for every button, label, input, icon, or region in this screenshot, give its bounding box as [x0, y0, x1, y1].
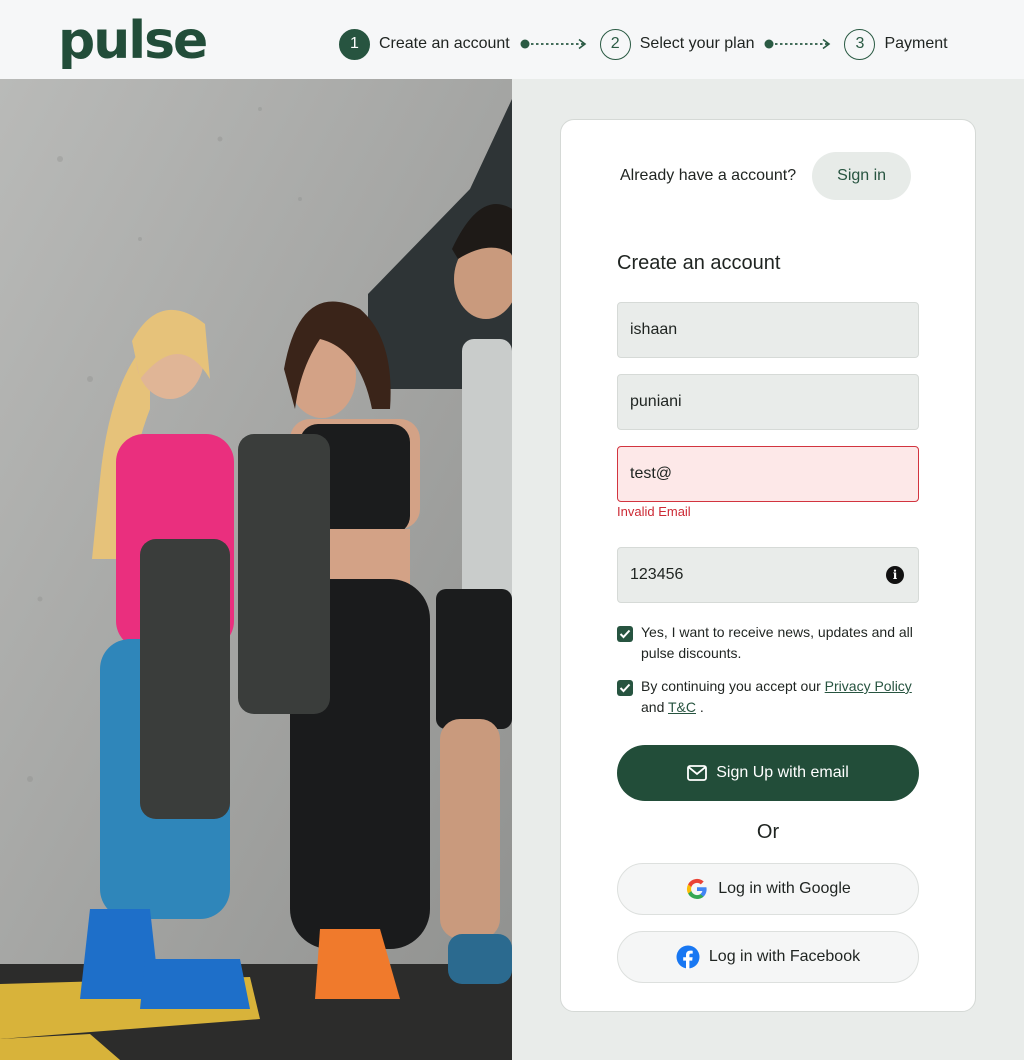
privacy-policy-link[interactable]: Privacy Policy — [825, 678, 912, 694]
info-icon[interactable]: i — [886, 566, 904, 584]
step-create-account: 1 Create an account — [339, 28, 510, 60]
first-name-field[interactable]: ishaan — [617, 302, 919, 358]
terms-checkbox-label: By continuing you accept our Privacy Pol… — [641, 676, 921, 718]
step-payment: 3 Payment — [844, 28, 948, 60]
signin-prompt: Already have a account? — [620, 167, 797, 184]
step-number: 1 — [339, 28, 370, 60]
facebook-login-label: Log in with Facebook — [708, 948, 861, 965]
first-name-value: ishaan — [630, 321, 678, 338]
step-number: 3 — [844, 28, 876, 60]
step-select-plan: 2 Select your plan — [599, 28, 755, 60]
signup-card: Already have a account? Sign in Create a… — [560, 119, 976, 1012]
email-value: test@ — [630, 465, 673, 482]
pulse-logo[interactable]: pulse — [58, 8, 208, 74]
step-label: Select your plan — [639, 35, 755, 52]
news-opt-in-row: Yes, I want to receive news, updates and… — [617, 622, 921, 664]
terms-row: By continuing you accept our Privacy Pol… — [617, 676, 921, 718]
email-field[interactable]: test@ — [617, 446, 919, 502]
password-field[interactable]: 123456 i — [617, 547, 919, 603]
facebook-icon — [676, 945, 700, 969]
step-label: Create an account — [379, 35, 510, 52]
email-error-message: Invalid Email — [617, 504, 691, 519]
news-checkbox-label: Yes, I want to receive news, updates and… — [641, 624, 913, 661]
password-value: 123456 — [630, 566, 684, 583]
mail-icon — [687, 765, 708, 781]
sign-up-email-label: Sign Up with email — [716, 764, 849, 781]
google-login-button[interactable]: Log in with Google — [617, 863, 919, 915]
last-name-field[interactable]: puniani — [617, 374, 919, 430]
news-checkbox[interactable] — [617, 626, 633, 642]
terms-checkbox[interactable] — [617, 680, 633, 696]
terms-prefix: By continuing you accept our — [641, 678, 821, 694]
terms-and: and — [641, 699, 665, 715]
top-bar: pulse 1 Create an account 2 Select your … — [0, 0, 1024, 79]
sign-up-email-button[interactable]: Sign Up with email — [617, 745, 919, 801]
step-number: 2 — [599, 28, 631, 60]
google-icon — [685, 877, 709, 901]
dotted-arrow-icon — [764, 38, 836, 50]
last-name-value: puniani — [630, 393, 682, 410]
signin-row: Already have a account? Sign in — [620, 152, 912, 200]
google-login-label: Log in with Google — [718, 880, 851, 897]
or-divider: Or — [756, 821, 780, 843]
step-label: Payment — [884, 35, 948, 52]
facebook-login-button[interactable]: Log in with Facebook — [617, 931, 919, 983]
signup-stepper: 1 Create an account 2 Select your plan 3… — [339, 28, 948, 60]
hero-photo — [0, 79, 512, 1060]
sign-in-button[interactable]: Sign in — [812, 152, 912, 200]
terms-suffix: . — [699, 699, 704, 715]
form-title: Create an account — [617, 252, 781, 274]
tc-link[interactable]: T&C — [668, 699, 696, 715]
dotted-arrow-icon — [520, 38, 592, 50]
